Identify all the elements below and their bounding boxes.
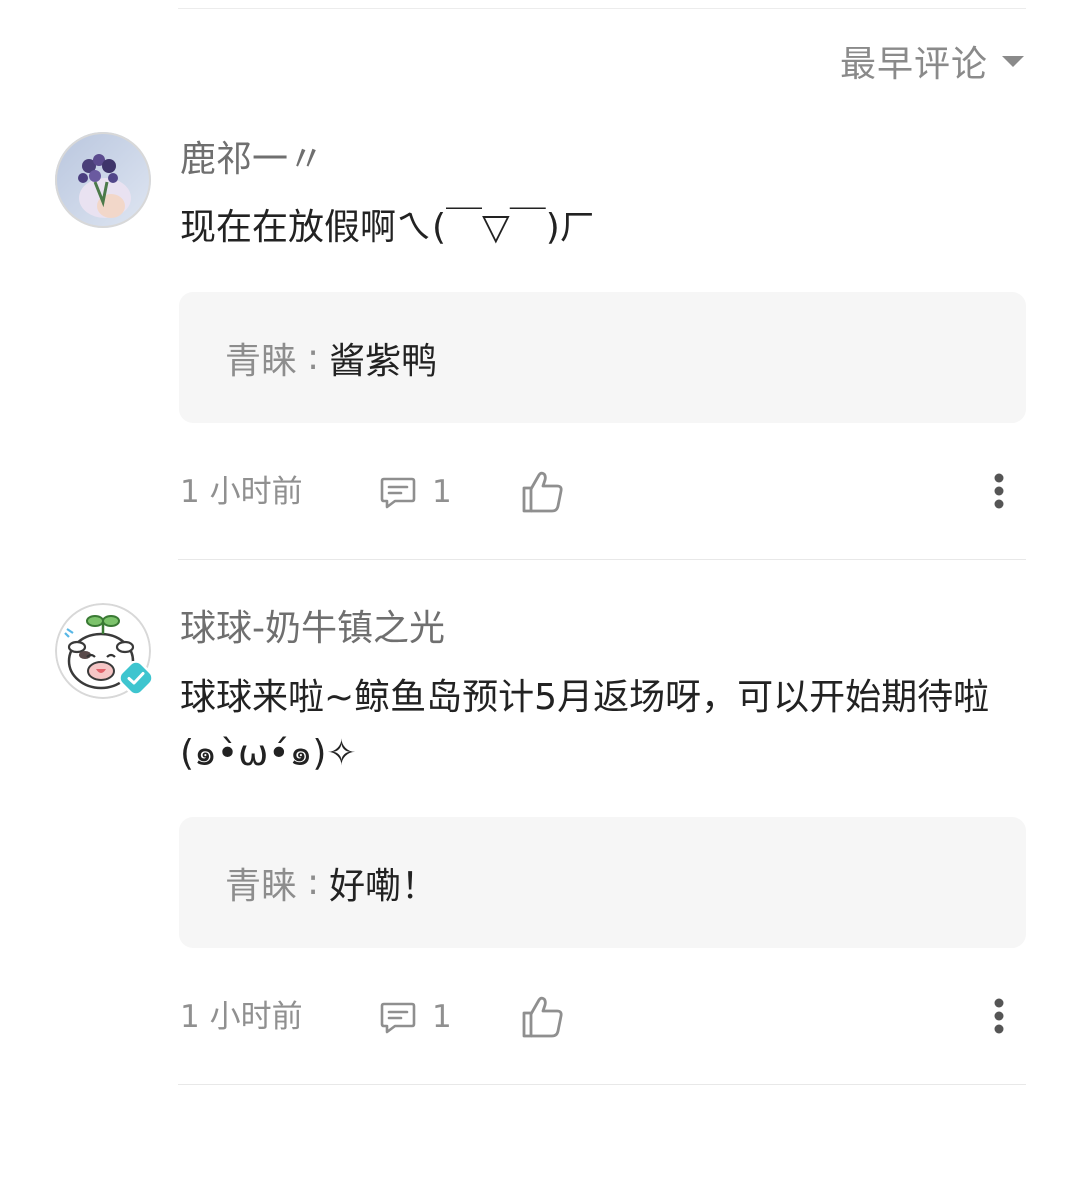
- reply-author[interactable]: 青睐: [225, 332, 297, 384]
- reply-separator: :: [307, 337, 320, 378]
- reply-button[interactable]: 1: [378, 467, 452, 517]
- comment-text: 球球来啦~鲸鱼岛预计5月返场呀，可以开始期待啦(๑•̀ω•́๑)✧: [180, 677, 990, 774]
- top-divider: [178, 8, 1026, 9]
- more-vertical-icon: [994, 998, 1004, 1034]
- like-button[interactable]: [520, 994, 566, 1040]
- comment-divider: [178, 559, 1026, 560]
- reply-preview[interactable]: 青睐 : 好嘞！: [179, 817, 1026, 948]
- more-options-button[interactable]: [986, 992, 1012, 1042]
- comment-divider: [178, 1084, 1026, 1085]
- reply-content: 酱紫鸭: [329, 340, 438, 382]
- thumbs-up-icon: [522, 471, 563, 513]
- reply-count: 1: [432, 999, 452, 1035]
- avatar[interactable]: [55, 132, 151, 228]
- avatar[interactable]: [55, 603, 153, 699]
- like-button[interactable]: [520, 469, 566, 515]
- comment-text: 现在在放假啊ㄟ(￣▽￣)ㄏ: [180, 207, 596, 248]
- reply-button[interactable]: 1: [378, 992, 452, 1042]
- reply-line: 青睐 : 酱紫鸭: [225, 292, 437, 423]
- reply-preview[interactable]: 青睐 : 酱紫鸭: [179, 292, 1026, 423]
- comment-bubble-icon: [380, 1002, 416, 1034]
- sort-label: 最早评论: [839, 44, 988, 85]
- more-options-button[interactable]: [986, 467, 1012, 517]
- sort-dropdown[interactable]: 最早评论: [840, 36, 1024, 86]
- caret-down-icon: [1002, 55, 1024, 67]
- reply-content: 好嘞！: [329, 865, 438, 907]
- avatar-image: [55, 132, 151, 228]
- reply-author[interactable]: 青睐: [225, 857, 297, 909]
- more-vertical-icon: [994, 473, 1004, 509]
- reply-count: 1: [432, 474, 452, 510]
- reply-line: 青睐 : 好嘞！: [225, 817, 437, 948]
- comment-time: 1 小时前: [180, 999, 303, 1035]
- comment-meta: 1 小时前 1: [180, 467, 1026, 517]
- thumbs-up-icon: [522, 996, 563, 1038]
- comment-bubble-icon: [380, 477, 416, 509]
- comment-meta: 1 小时前 1: [180, 992, 1026, 1042]
- comment-username[interactable]: 鹿祁一〃: [180, 132, 324, 188]
- comment-time: 1 小时前: [180, 474, 303, 510]
- comment-username[interactable]: 球球-奶牛镇之光: [180, 601, 445, 657]
- verified-badge-icon: [119, 661, 153, 695]
- reply-separator: :: [307, 862, 320, 903]
